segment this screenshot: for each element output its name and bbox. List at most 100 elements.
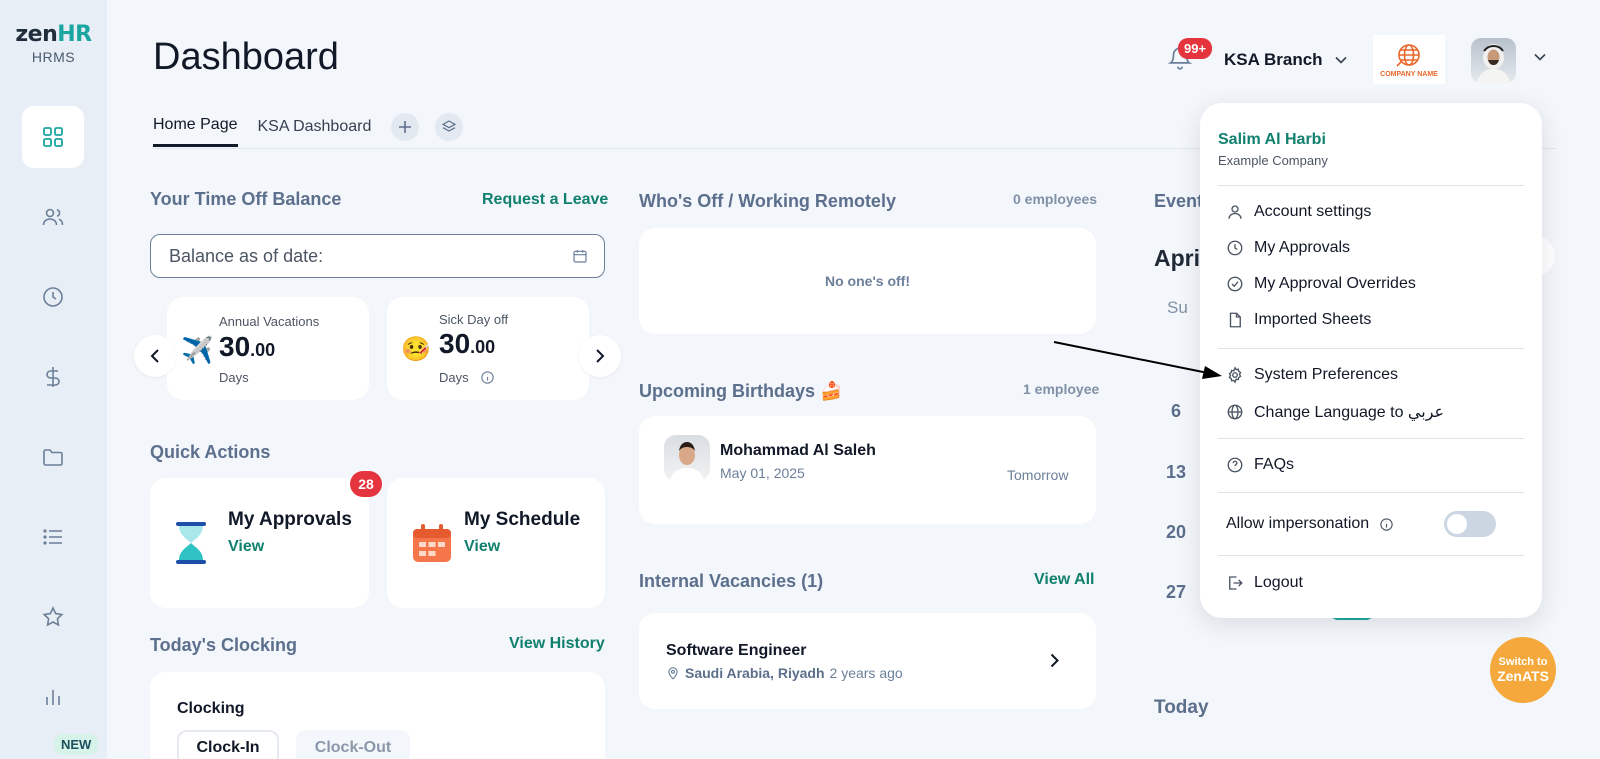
annual-vacations-card[interactable]: ✈️ Annual Vacations 30.00 Days (167, 297, 369, 400)
my-approvals-card[interactable]: My Approvals View (150, 478, 369, 608)
info-icon[interactable] (1379, 517, 1394, 532)
my-schedule-card[interactable]: My Schedule View (387, 478, 605, 608)
balance-next-button[interactable] (579, 335, 621, 377)
sidebar-item-people[interactable] (22, 186, 84, 248)
branch-selector[interactable]: KSA Branch (1224, 50, 1347, 70)
clock-icon (43, 287, 63, 307)
zenats-line2: ZenATS (1497, 668, 1549, 684)
vacancy-card[interactable]: Software Engineer Saudi Arabia, Riyadh 2… (639, 613, 1096, 709)
tab-ksa-dashboard[interactable]: KSA Dashboard (258, 118, 372, 146)
calendar-day[interactable]: 6 (1171, 401, 1181, 422)
bar-chart-icon (46, 690, 60, 705)
calendar-icon (573, 250, 587, 263)
my-approvals-view-link[interactable]: View (228, 538, 264, 556)
birthday-person-avatar (664, 435, 710, 481)
clocking-card-title: Clocking (177, 700, 245, 717)
menu-item-label: Logout (1254, 574, 1303, 591)
impersonation-row: Allow impersonation (1226, 515, 1404, 533)
impersonation-toggle[interactable] (1444, 511, 1496, 537)
avatar-image (1477, 44, 1510, 83)
sidebar-item-requests[interactable] (22, 506, 84, 568)
quick-actions-title: Quick Actions (150, 442, 271, 462)
time-off-title: Your Time Off Balance (150, 189, 342, 209)
clock-out-button[interactable]: Clock-Out (296, 730, 410, 759)
menu-user-info: Salim Al Harbi Example Company (1218, 131, 1328, 168)
gear-icon (1228, 366, 1242, 384)
menu-item-label: FAQs (1254, 456, 1295, 473)
menu-item-faqs[interactable]: FAQs (1226, 456, 1294, 474)
balance-label: Sick Day off (439, 312, 509, 327)
birthdays-title: Upcoming Birthdays 🍰 (639, 381, 843, 401)
logo-suffix: HR (57, 22, 92, 47)
sidebar-item-payroll[interactable] (22, 346, 84, 408)
user-icon (1228, 205, 1242, 219)
calendar-day[interactable]: 20 (1166, 522, 1186, 543)
balance-date-input[interactable]: Balance as of date: (150, 234, 605, 278)
hourglass-icon (176, 522, 206, 564)
menu-item-label: My Approvals (1254, 239, 1351, 256)
menu-user-company: Example Company (1218, 153, 1328, 168)
airplane-icon: ✈️ (181, 335, 214, 365)
events-title: Event (1154, 191, 1204, 211)
sidebar-item-time[interactable] (22, 266, 84, 328)
menu-item-system-preferences[interactable]: System Preferences (1226, 366, 1398, 384)
vacancy-location: Saudi Arabia, Riyadh (685, 665, 825, 681)
plus-icon (399, 120, 412, 133)
menu-item-label: Change Language to عربي (1254, 404, 1445, 421)
sidebar-item-dashboard[interactable] (22, 106, 84, 168)
menu-item-imported-sheets[interactable]: Imported Sheets (1226, 311, 1371, 329)
user-dropdown-menu: Salim Al Harbi Example Company Account s… (1200, 103, 1542, 618)
folder-icon (43, 449, 63, 466)
logo-prefix: zen (15, 22, 58, 47)
branch-label: KSA Branch (1224, 50, 1323, 69)
whos-off-title: Who's Off / Working Remotely (639, 191, 896, 211)
menu-item-approval-overrides[interactable]: My Approval Overrides (1226, 275, 1416, 293)
menu-item-change-language[interactable]: Change Language to عربي (1226, 402, 1444, 422)
today-title: Today (1154, 697, 1209, 718)
layers-icon (442, 119, 457, 132)
balance-prev-button[interactable] (134, 335, 176, 377)
tab-home-page[interactable]: Home Page (153, 116, 238, 147)
user-menu-chevron-icon[interactable] (1534, 53, 1546, 61)
toggle-knob (1447, 514, 1467, 534)
zenhr-logo[interactable]: zenHR HRMS (0, 22, 107, 65)
notifications-badge: 99+ (1178, 38, 1213, 59)
calendar-day[interactable]: 13 (1166, 462, 1186, 483)
whos-off-empty-text: No one's off! (825, 273, 910, 289)
user-avatar[interactable] (1471, 38, 1516, 83)
whos-off-count: 0 employees (1013, 191, 1098, 207)
vacancy-meta: Saudi Arabia, Riyadh 2 years ago (666, 665, 903, 681)
my-schedule-view-link[interactable]: View (464, 538, 500, 556)
menu-item-account-settings[interactable]: Account settings (1226, 203, 1371, 221)
menu-divider (1218, 438, 1524, 439)
logout-icon (1229, 576, 1243, 590)
add-tab-button[interactable] (391, 112, 420, 141)
info-icon[interactable] (480, 370, 495, 385)
menu-item-label: System Preferences (1254, 366, 1399, 383)
clock-in-button[interactable]: Clock-In (177, 730, 279, 759)
calendar-day-header: Su (1167, 298, 1188, 317)
sidebar-item-performance[interactable] (22, 586, 84, 648)
balance-date-placeholder: Balance as of date: (169, 245, 324, 266)
calendar-day[interactable]: 27 (1166, 582, 1186, 603)
globe-icon (1227, 404, 1243, 420)
switch-to-zenats-button[interactable]: Switch to ZenATS (1490, 637, 1556, 703)
birthdays-count: 1 employee (1023, 381, 1100, 397)
balance-value: 30.00 (439, 328, 496, 359)
sidebar-item-documents[interactable] (22, 426, 84, 488)
sick-day-card[interactable]: 🤒 Sick Day off 30.00 Days (387, 297, 589, 400)
menu-item-logout[interactable]: Logout (1226, 574, 1303, 592)
view-history-link[interactable]: View History (509, 635, 605, 653)
vacancies-title: Internal Vacancies (1) (639, 571, 824, 591)
menu-divider (1218, 492, 1524, 493)
menu-item-my-approvals[interactable]: My Approvals (1226, 239, 1350, 257)
chevron-right-icon[interactable] (1050, 653, 1059, 668)
vacancies-view-all-link[interactable]: View All (1034, 571, 1094, 589)
sidebar-item-reports[interactable] (22, 666, 84, 728)
birthday-card[interactable]: Mohammad Al Saleh May 01, 2025 Tomorrow (639, 416, 1096, 524)
dollar-icon (46, 367, 60, 387)
layers-button[interactable] (435, 112, 464, 141)
birthday-date: May 01, 2025 (720, 465, 805, 481)
menu-item-label: My Approval Overrides (1254, 275, 1416, 292)
request-leave-link[interactable]: Request a Leave (482, 191, 608, 209)
